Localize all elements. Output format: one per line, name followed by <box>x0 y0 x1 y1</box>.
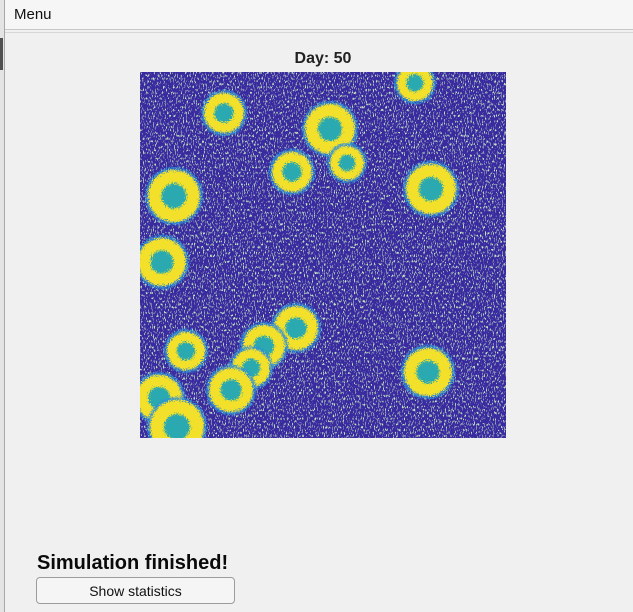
cluster-core-6 <box>150 250 174 274</box>
window-left-edge <box>0 0 5 612</box>
status-message: Simulation finished! <box>37 552 229 574</box>
cluster-core-11 <box>220 379 242 401</box>
cluster-core-3 <box>282 162 302 182</box>
cluster-core-7 <box>419 177 443 201</box>
cluster-core-12 <box>176 341 196 361</box>
show-statistics-button[interactable]: Show statistics <box>36 577 235 604</box>
edge-marker <box>0 38 3 70</box>
menu-divider <box>5 32 633 33</box>
plot-title: Day: 50 <box>294 50 352 67</box>
menu-item-menu[interactable]: Menu <box>14 6 52 23</box>
cluster-core-1 <box>318 117 342 141</box>
cluster-core-0 <box>214 103 234 123</box>
cluster-core-13 <box>416 360 440 384</box>
cluster-core-5 <box>161 183 187 209</box>
cluster-core-8 <box>285 317 307 339</box>
cluster-core-4 <box>406 74 424 92</box>
menu-bar: Menu <box>5 0 633 33</box>
cluster-core-2 <box>338 154 356 172</box>
app-window: Menu Day: 50 Simulation finished! Show s… <box>0 0 633 612</box>
simulation-grid <box>140 72 506 438</box>
simulation-image <box>140 72 506 438</box>
